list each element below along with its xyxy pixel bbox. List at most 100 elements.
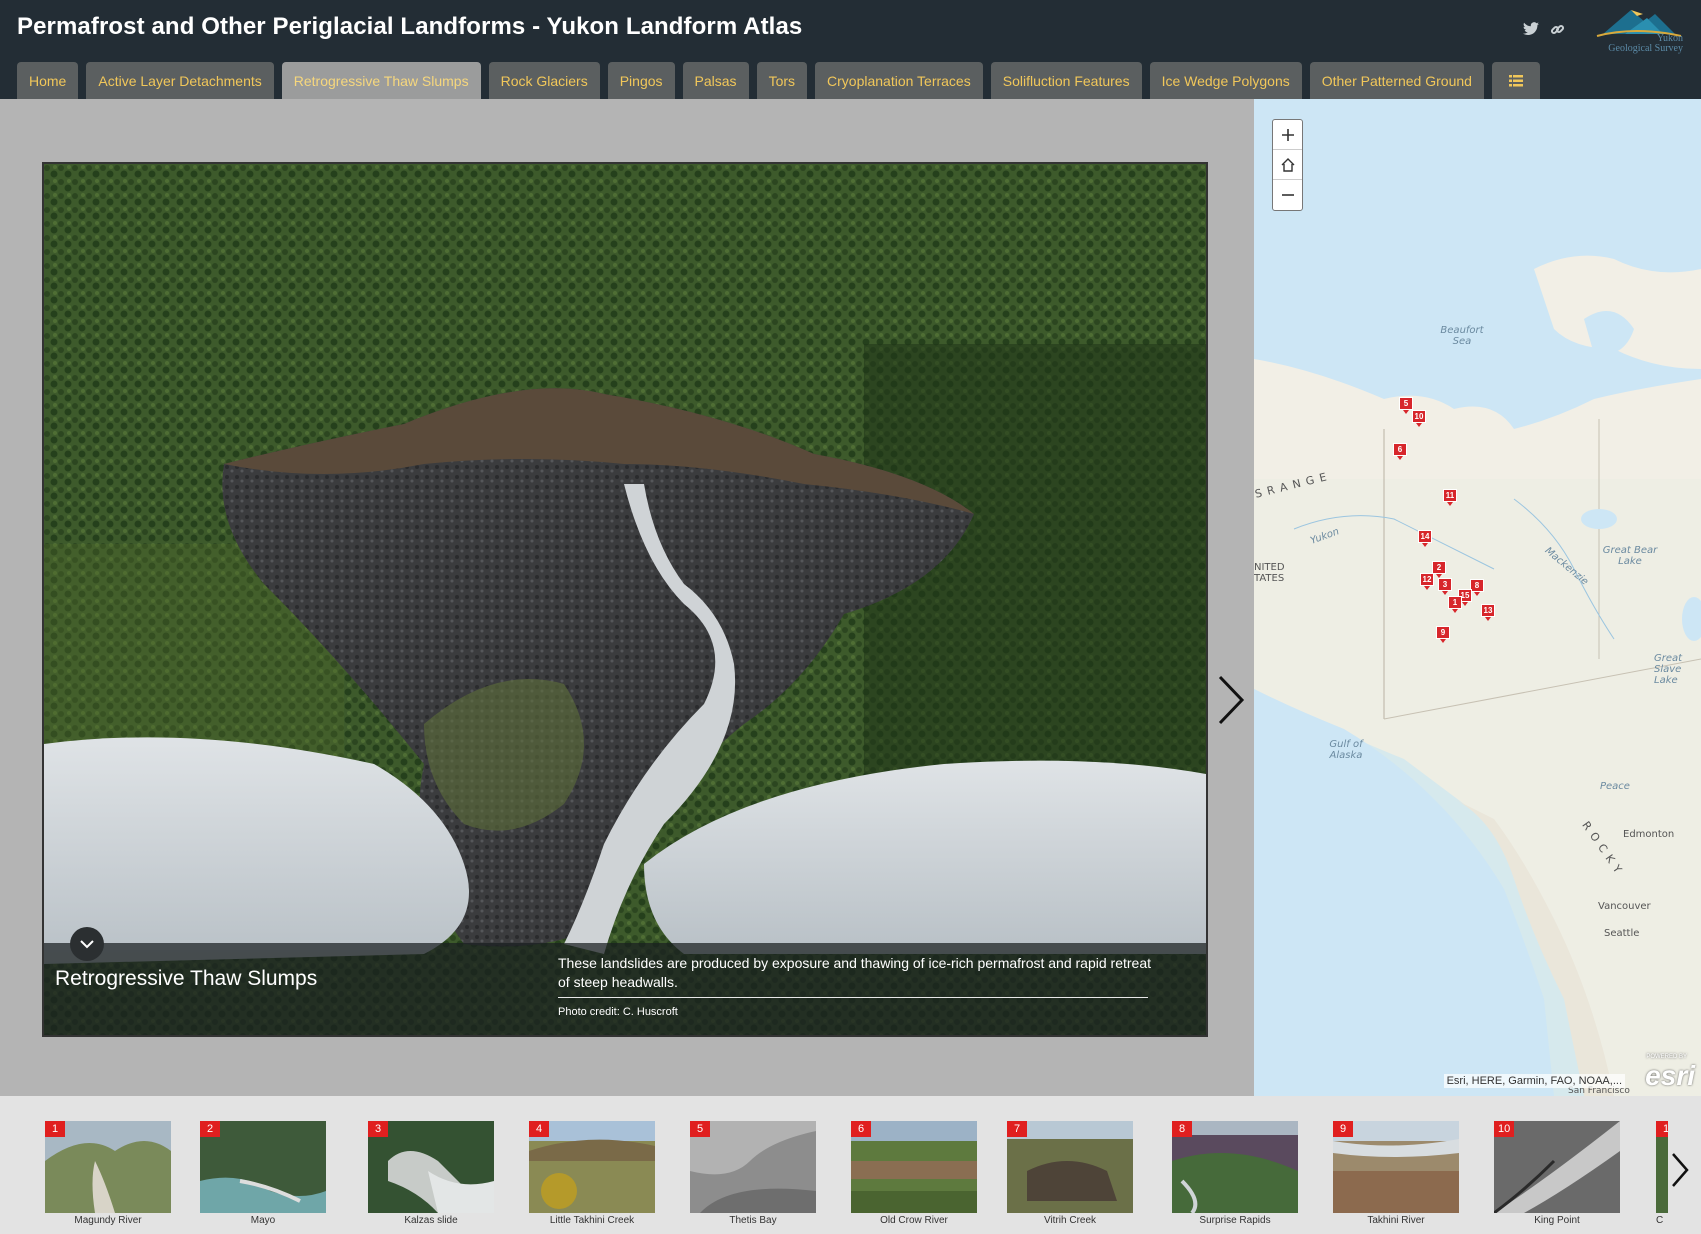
thumbnail-number: 9: [1333, 1121, 1353, 1137]
map-label-gulf-of-alaska: Gulf of Alaska: [1329, 739, 1363, 761]
carousel-next-button[interactable]: [1668, 1150, 1692, 1190]
thumbnail-number: 8: [1172, 1121, 1192, 1137]
thumbnail-item[interactable]: 4 Little Takhini Creek: [529, 1121, 655, 1231]
caption-toggle-button[interactable]: [70, 927, 104, 961]
thumbnail-item[interactable]: 6 Old Crow River: [851, 1121, 977, 1231]
pin-number: 13: [1481, 604, 1495, 617]
thumbnail-item[interactable]: 3 Kalzas slide: [368, 1121, 494, 1231]
pin-number: 11: [1443, 489, 1457, 502]
esri-logo[interactable]: esri: [1645, 1060, 1695, 1092]
map-pin[interactable]: 5: [1399, 397, 1413, 414]
map-label-united-states: NITED TATES: [1254, 562, 1285, 584]
logo-text: Yukon Geological Survey: [1608, 34, 1683, 54]
zoom-in-button[interactable]: [1273, 120, 1302, 150]
thumbnail-item[interactable]: 1 Magundy River: [45, 1121, 171, 1231]
logo-text-line2: Geological Survey: [1608, 43, 1683, 54]
chevron-right-icon: [1672, 1153, 1689, 1187]
yukon-geological-survey-logo[interactable]: Yukon Geological Survey: [1585, 4, 1693, 58]
zoom-out-button[interactable]: [1273, 180, 1302, 210]
thumbnail-label: Magundy River: [74, 1215, 142, 1226]
map-label-vancouver: Vancouver: [1598, 901, 1651, 912]
link-icon[interactable]: [1548, 20, 1566, 38]
map-pin[interactable]: 8: [1470, 579, 1484, 596]
thumbnail-number: 10: [1494, 1121, 1515, 1137]
pin-number: 3: [1438, 578, 1452, 591]
map-pin[interactable]: 9: [1436, 626, 1450, 643]
thumbnail-item[interactable]: 8 Surprise Rapids: [1172, 1121, 1298, 1231]
map-panel[interactable]: Beaufort Sea S R A N G E Yukon NITED TAT…: [1254, 99, 1701, 1096]
caption-panel: Retrogressive Thaw Slumps These landslid…: [44, 927, 1206, 1035]
map-pin[interactable]: 10: [1412, 410, 1426, 427]
tab-palsas[interactable]: Palsas: [682, 62, 749, 99]
tab-rock-glaciers[interactable]: Rock Glaciers: [488, 62, 600, 99]
map-pin[interactable]: 11: [1443, 489, 1457, 506]
list-icon: [1508, 74, 1523, 86]
app-header: Permafrost and Other Periglacial Landfor…: [0, 0, 1701, 99]
pin-tail: [1474, 592, 1480, 596]
thumbnail-item[interactable]: 9 Takhini River: [1333, 1121, 1459, 1231]
tab-pingos[interactable]: Pingos: [607, 62, 675, 99]
thumbnail-item[interactable]: 1 C: [1656, 1121, 1668, 1231]
map-pin[interactable]: 13: [1481, 604, 1495, 621]
map-pin[interactable]: 14: [1418, 530, 1432, 547]
caption-divider: [558, 997, 1148, 998]
pin-number: 2: [1432, 561, 1446, 574]
map-pin[interactable]: 6: [1393, 443, 1407, 460]
pin-tail: [1424, 586, 1430, 590]
thumbnail-label: Kalzas slide: [404, 1215, 458, 1226]
map-label-beaufort-sea: Beaufort Sea: [1440, 325, 1484, 347]
map-pin[interactable]: 3: [1438, 578, 1452, 595]
home-extent-button[interactable]: [1273, 150, 1302, 180]
pin-tail: [1442, 591, 1448, 595]
tab-cryoplanation-terraces[interactable]: Cryoplanation Terraces: [815, 62, 983, 99]
next-slide-button[interactable]: [1214, 673, 1248, 727]
tab-home[interactable]: Home: [17, 62, 79, 99]
thumbnail-number: 4: [529, 1121, 549, 1137]
caption-title: Retrogressive Thaw Slumps: [55, 967, 318, 990]
pin-number: 10: [1412, 410, 1426, 423]
twitter-icon[interactable]: [1522, 20, 1540, 38]
tab-other-patterned-ground[interactable]: Other Patterned Ground: [1309, 62, 1484, 99]
map-label-great-slave: Great Slave Lake: [1654, 653, 1683, 686]
pin-number: 12: [1420, 573, 1434, 586]
tab-solifluction-features[interactable]: Solifluction Features: [990, 62, 1142, 99]
map-pin[interactable]: 2: [1432, 561, 1446, 578]
thumbnail-item[interactable]: 5 Thetis Bay: [690, 1121, 816, 1231]
pin-tail: [1416, 423, 1422, 427]
thumbnail-item[interactable]: 7 Vitrih Creek: [1007, 1121, 1133, 1231]
pin-number: 5: [1399, 397, 1413, 410]
map-label-great-bear-lake: Great Bear Lake: [1602, 545, 1658, 567]
tab-menu-button[interactable]: [1491, 62, 1540, 99]
pin-number: 9: [1436, 626, 1450, 639]
map-pin[interactable]: 12: [1420, 573, 1434, 590]
map-attribution: Esri, HERE, Garmin, FAO, NOAA,...: [1443, 1074, 1625, 1088]
tab-tors[interactable]: Tors: [756, 62, 808, 99]
thumbnail-item[interactable]: 10 King Point: [1494, 1121, 1620, 1231]
thumbnail-label: King Point: [1534, 1215, 1580, 1226]
thumbnail-label: Vitrih Creek: [1043, 1215, 1097, 1226]
thumbnail-item[interactable]: 2 Mayo: [200, 1121, 326, 1231]
minus-icon: [1281, 194, 1294, 196]
thumbnail-number: 1: [1656, 1121, 1668, 1137]
pin-tail: [1462, 602, 1468, 606]
chevron-down-icon: [80, 939, 94, 948]
thumbnail-label: Takhini River: [1367, 1215, 1425, 1226]
pin-number: 8: [1470, 579, 1484, 592]
map-label-edmonton: Edmonton: [1623, 829, 1675, 840]
tab-ice-wedge-polygons[interactable]: Ice Wedge Polygons: [1149, 62, 1302, 99]
plus-icon: [1281, 128, 1294, 141]
pin-tail: [1397, 456, 1403, 460]
pin-tail: [1452, 609, 1458, 613]
tab-retrogressive-thaw-slumps[interactable]: Retrogressive Thaw Slumps: [281, 62, 481, 99]
tab-active-layer-detachments[interactable]: Active Layer Detachments: [86, 62, 274, 99]
thaw-slump-photo: [44, 164, 1206, 1035]
pin-number: 14: [1418, 530, 1432, 543]
page-title: Permafrost and Other Periglacial Landfor…: [17, 13, 803, 40]
pin-tail: [1440, 639, 1446, 643]
thumbnail-carousel: 1 Magundy River 2 Mayo 3 Kalzas slide 4 …: [0, 1096, 1701, 1234]
home-icon: [1281, 157, 1294, 172]
thumbnail-number: 1: [45, 1121, 65, 1137]
thumbnail-number: 2: [200, 1121, 220, 1137]
tab-bar: Home Active Layer Detachments Retrogress…: [17, 62, 1540, 99]
map-pin[interactable]: 1: [1448, 596, 1462, 613]
